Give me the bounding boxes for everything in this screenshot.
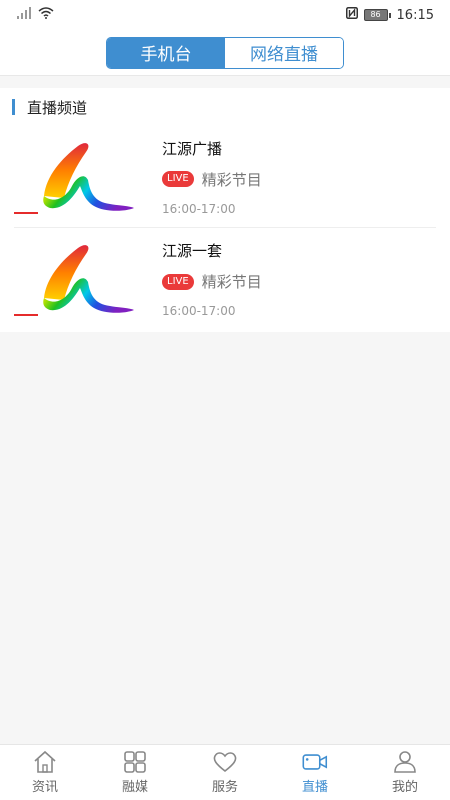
bottom-tab-bar: 资讯 融媒 服务 直播 我的 [0, 744, 450, 800]
grid-icon [124, 751, 146, 773]
home-icon [34, 750, 56, 773]
tab-news[interactable]: 资讯 [0, 745, 90, 800]
channel-logo-image [14, 238, 138, 320]
battery-level: 86 [363, 9, 388, 21]
channel-name: 江源一套 [162, 242, 223, 260]
section-accent-bar [12, 99, 15, 115]
program-time: 16:00-17:00 [162, 304, 236, 318]
tab-label: 服务 [211, 780, 238, 795]
tab-profile[interactable]: 我的 [360, 745, 450, 800]
tab-label: 资讯 [31, 780, 58, 795]
section-title: 直播频道 [27, 98, 88, 117]
tab-label: 我的 [391, 780, 418, 795]
logo-underline [14, 211, 38, 214]
program-name: 精彩节目 [201, 170, 262, 189]
battery-icon: 86 [363, 9, 391, 21]
tab-live[interactable]: 直播 [270, 745, 360, 800]
channel-name: 江源广播 [162, 139, 223, 158]
header: 手机台 网络直播 [0, 30, 450, 76]
live-badge: LIVE [162, 171, 194, 187]
tab-media[interactable]: 融媒 [90, 745, 180, 800]
channel-list-panel: 直播频道 江源广播 LIVE 精彩节目 16:00-17:00 江源一套 LIV… [0, 88, 450, 332]
wifi-icon [38, 7, 54, 23]
channel-logo-image [14, 136, 138, 218]
live-badge: LIVE [162, 273, 194, 290]
tab-web-live[interactable]: 网络直播 [225, 37, 343, 68]
program-name: 精彩节目 [201, 273, 262, 291]
segmented-control: 手机台 网络直播 [106, 36, 344, 69]
nfc-icon [345, 7, 358, 23]
status-time: 16:15 [396, 7, 434, 23]
tab-label: 融媒 [121, 780, 148, 795]
logo-underline [14, 314, 38, 316]
tab-label: 直播 [301, 780, 328, 795]
signal-icon [16, 7, 32, 23]
video-camera-icon [302, 754, 328, 770]
tab-services[interactable]: 服务 [180, 745, 270, 800]
channel-item-0[interactable]: 江源广播 LIVE 精彩节目 16:00-17:00 [14, 126, 436, 228]
channel-item-1[interactable]: 江源一套 LIVE 精彩节目 16:00-17:00 [14, 228, 436, 330]
tab-mobile-station[interactable]: 手机台 [107, 37, 225, 68]
status-bar: 86 16:15 [0, 0, 450, 30]
program-time: 16:00-17:00 [162, 201, 236, 216]
user-icon [394, 751, 416, 773]
heart-icon [213, 752, 237, 773]
section-header: 直播频道 [0, 88, 450, 126]
